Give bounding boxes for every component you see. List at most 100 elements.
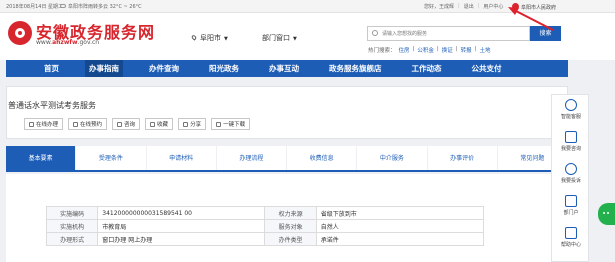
online-appointment-button[interactable]: 在线预约 [68,118,108,130]
hot-search-label: 热门搜索： [368,48,396,54]
service-title: 普通话水平测试考务服务 [8,101,96,110]
top-utility-bar: 2018年08月14日 星期二 阜阳市阵雨转多云 32°C ~ 26°C 您好，… [0,0,615,13]
button-label: 在线办理 [36,122,59,128]
tab-application-materials[interactable]: 申请材料 [147,146,217,170]
field-value: 自然人 [315,219,485,233]
site-header: 安徽政务服务网 www.ahzwfw.gov.cn 阜阳市▼ 部门窗口▼ 搜索 … [0,13,615,60]
logout-link[interactable]: 退出 [464,3,474,10]
nav-item-query[interactable]: 办件查询 [145,60,183,77]
hot-search-link[interactable]: 土地 [480,46,491,54]
service-panel [6,86,568,139]
tab-fees[interactable]: 收费信息 [287,146,358,170]
hot-search-link[interactable]: 公积金 [417,46,434,54]
user-greeting: 您好，王成辉 [424,4,455,10]
tab-intermediary[interactable]: 中介服务 [357,146,428,170]
nav-item-home[interactable]: 首页 [40,60,63,77]
tab-evaluation[interactable]: 办事评价 [428,146,498,170]
tab-acceptance-conditions[interactable]: 受理条件 [76,146,147,170]
document-icon [565,227,577,239]
service-actions: 在线办理 在线预约 咨询 收藏 分享 一键下载 [24,118,255,130]
field-label: 实施编码 [45,206,99,220]
hot-search-link[interactable]: 住房 [399,46,410,54]
nav-item-open-gov[interactable]: 阳光政务 [205,60,243,77]
date-text: 2018年08月14日 星期二 [6,4,64,10]
button-label: 收藏 [157,122,169,128]
consult-sidebar-button[interactable]: 我要咨询 [552,131,590,152]
city-selector[interactable]: 阜阳市 ▼ [190,33,228,43]
sidebar-label: 帮助中心 [560,242,581,248]
favorite-button[interactable]: 收藏 [145,118,174,130]
emblem-icon [512,3,519,10]
tab-basic-elements[interactable]: 基本要素 [6,146,77,170]
button-label: 分享 [190,122,202,128]
department-window-selector[interactable]: 部门窗口 ▼ [262,33,297,43]
search-input[interactable] [382,29,522,39]
field-label: 服务对象 [264,219,317,233]
share-icon [183,121,189,127]
help-sidebar-button[interactable]: 帮助中心 [552,227,590,248]
search-button[interactable]: 搜索 [530,26,561,41]
url-domain: ahzwfw [52,39,78,46]
nav-item-guide[interactable]: 办事指南 [85,60,123,77]
url-prefix: www. [36,39,53,46]
nav-item-interaction[interactable]: 办事互动 [265,60,303,77]
clock-icon [565,163,577,175]
caret-down-icon: ▼ [224,36,228,42]
hot-search-link[interactable]: 换证 [442,46,453,54]
share-button[interactable]: 分享 [178,118,207,130]
site-logo-icon[interactable] [8,21,32,45]
site-url: www.ahzwfw.gov.cn [36,39,99,46]
weather-text: 阜阳市阵雨转多云 32°C ~ 26°C [68,4,142,10]
main-nav: 首页 办事指南 办件查询 阳光政务 办事互动 政务服务旗舰店 工作动态 公共支付 [6,60,568,77]
divider: | [474,46,477,52]
field-label: 办件类型 [264,232,317,246]
sidebar-label: 部门户 [563,210,579,216]
tab-process[interactable]: 办理流程 [217,146,287,170]
sidebar-label: 我要咨询 [560,146,581,152]
hot-searches: 热门搜索： 住房 | 公积金 | 换证 | 转报 | 土地 [368,46,494,54]
weather-info: 阜阳市阵雨转多云 32°C ~ 26°C [60,3,142,10]
floating-chat-icon[interactable] [598,203,615,225]
smart-service-button[interactable]: 智能客服 [552,99,590,120]
divider: | [458,3,460,9]
url-suffix: .gov.cn [77,39,100,46]
message-icon [565,131,577,143]
consult-button[interactable]: 咨询 [112,118,141,130]
monitor-icon [565,195,577,207]
nav-item-news[interactable]: 工作动态 [408,60,446,77]
sidebar-label: 我要投诉 [560,178,581,184]
hot-search-link[interactable]: 转报 [461,46,472,54]
cloud-icon [60,4,66,8]
caret-down-icon: ▼ [293,36,297,42]
complaint-sidebar-button[interactable]: 我要投诉 [552,163,590,184]
download-all-button[interactable]: 一键下载 [211,118,251,130]
star-icon [150,121,156,127]
basic-info-table: 实施编码 341200000000031589541 00 权力来源 省级下放到… [45,206,485,246]
table-row: 实施编码 341200000000031589541 00 权力来源 省级下放到… [45,206,485,220]
divider: | [477,3,480,9]
monitor-icon [29,121,34,127]
field-value: 341200000000031589541 00 [97,206,266,220]
gov-name: 阜阳市人民政府 [521,5,557,11]
button-label: 在线预约 [80,122,103,128]
search-box [367,26,530,41]
field-value: 承诺件 [315,232,485,246]
field-value: 市教育局 [97,219,266,233]
nav-item-payment[interactable]: 公共支付 [468,60,506,77]
gov-link[interactable]: 阜阳市人民政府 [512,3,556,11]
sidebar-label: 智能客服 [560,114,581,120]
field-label: 权力来源 [264,206,317,220]
calendar-icon [73,121,79,127]
detail-tabs: 基本要素 受理条件 申请材料 办理流程 收费信息 中介服务 办事评价 常见问题 [6,146,568,172]
nav-item-flagship[interactable]: 政务服务旗舰店 [325,60,386,77]
table-row: 办理形式 窗口办理 网上办理 办件类型 承诺件 [45,232,485,246]
department-sidebar-button[interactable]: 部门户 [552,195,590,216]
button-label: 一键下载 [223,122,246,128]
window-label: 部门窗口 [262,34,290,42]
online-handle-button[interactable]: 在线办理 [24,118,64,130]
field-value: 省级下放到市 [315,206,485,220]
city-name: 阜阳市 [200,34,221,42]
page: 2018年08月14日 星期二 阜阳市阵雨转多云 32°C ~ 26°C 您好，… [0,0,615,262]
robot-icon [565,99,577,111]
user-center-link[interactable]: 用户中心 [483,3,503,10]
